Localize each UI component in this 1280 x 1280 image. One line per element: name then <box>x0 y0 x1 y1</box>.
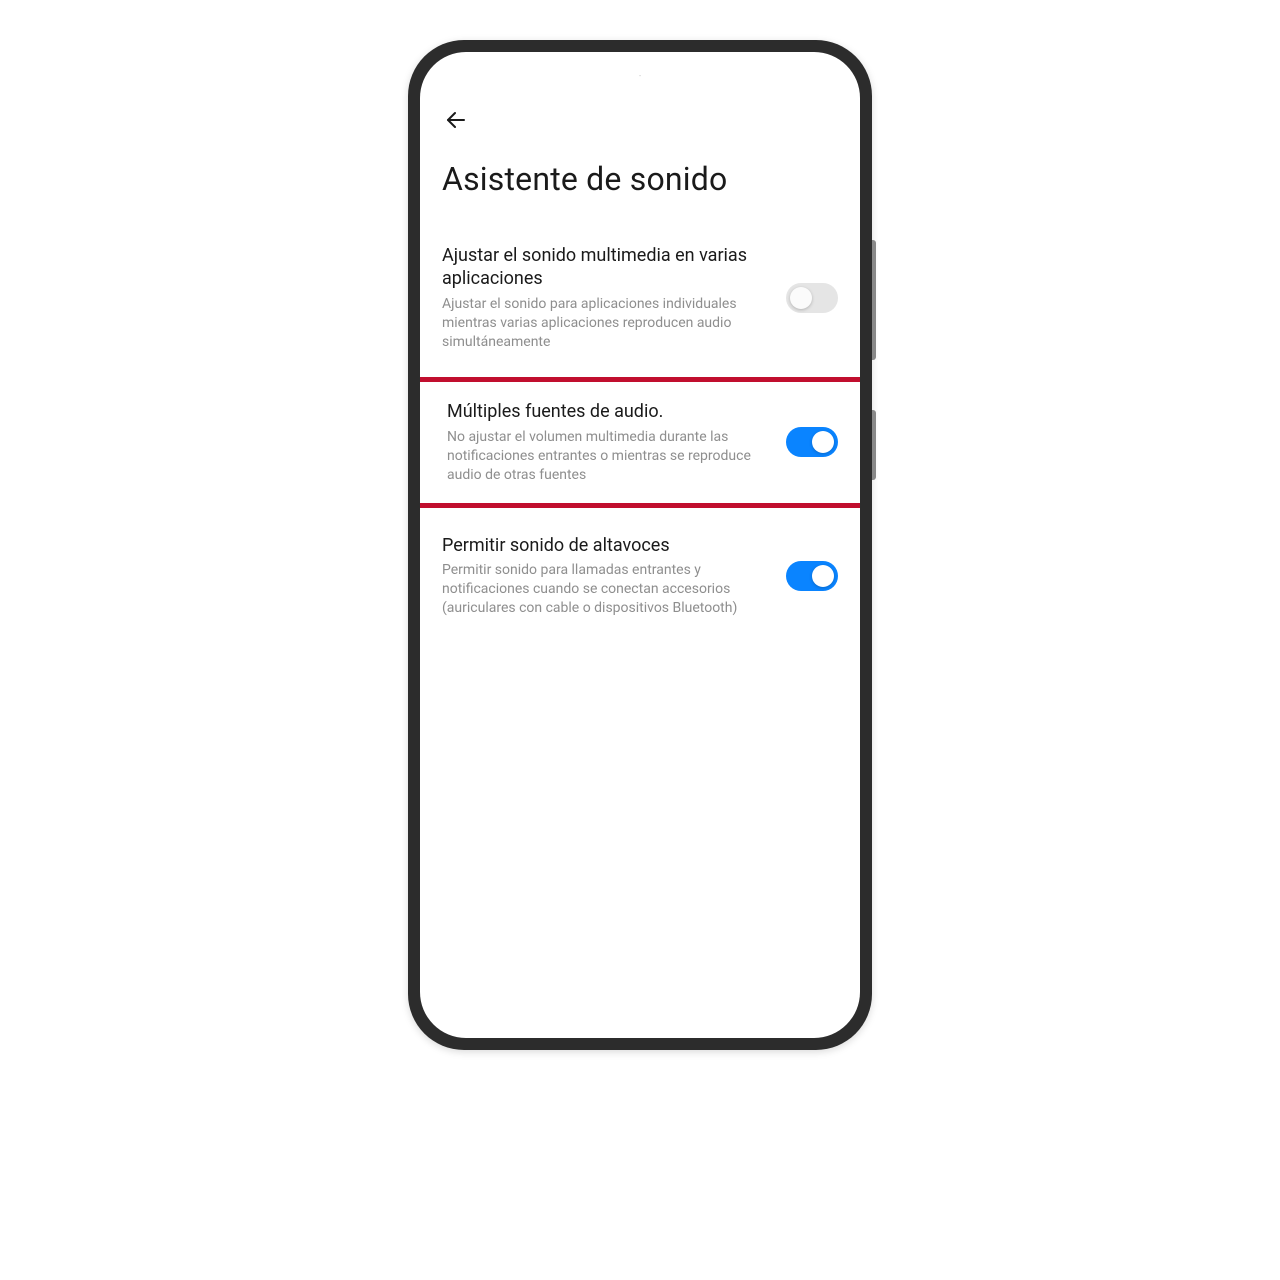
setting-adjust-media-sound[interactable]: Ajustar el sonido multimedia en varias a… <box>420 226 860 369</box>
setting-text: Múltiples fuentes de audio. No ajustar e… <box>447 400 774 484</box>
phone-frame: · Asistente de sonido Ajustar el sonido … <box>408 40 872 1050</box>
setting-description: Permitir sonido para llamadas entrantes … <box>442 561 774 618</box>
settings-list: Ajustar el sonido multimedia en varias a… <box>420 226 860 636</box>
toggle-multiple-audio-sources[interactable] <box>786 427 838 457</box>
setting-allow-speaker-sound[interactable]: Permitir sonido de altavoces Permitir so… <box>420 516 860 636</box>
setting-multiple-audio-sources[interactable]: Múltiples fuentes de audio. No ajustar e… <box>420 382 860 502</box>
setting-text: Permitir sonido de altavoces Permitir so… <box>442 534 774 618</box>
arrow-left-icon <box>444 108 468 132</box>
highlight-box: Múltiples fuentes de audio. No ajustar e… <box>420 377 860 507</box>
setting-title: Ajustar el sonido multimedia en varias a… <box>442 244 774 291</box>
header: Asistente de sonido <box>420 80 860 198</box>
toggle-knob <box>812 431 834 453</box>
toggle-knob <box>812 565 834 587</box>
screen: · Asistente de sonido Ajustar el sonido … <box>420 52 860 1038</box>
setting-title: Múltiples fuentes de audio. <box>447 400 774 423</box>
toggle-allow-speaker-sound[interactable] <box>786 561 838 591</box>
back-button[interactable] <box>442 106 470 134</box>
page-title: Asistente de sonido <box>442 160 838 198</box>
setting-description: No ajustar el volumen multimedia durante… <box>447 428 774 485</box>
side-button-power <box>872 410 876 480</box>
status-bar: · <box>420 52 860 80</box>
setting-text: Ajustar el sonido multimedia en varias a… <box>442 244 774 351</box>
side-button-volume <box>872 240 876 360</box>
setting-description: Ajustar el sonido para aplicaciones indi… <box>442 295 774 352</box>
setting-title: Permitir sonido de altavoces <box>442 534 774 557</box>
toggle-adjust-media-sound[interactable] <box>786 283 838 313</box>
toggle-knob <box>790 287 812 309</box>
